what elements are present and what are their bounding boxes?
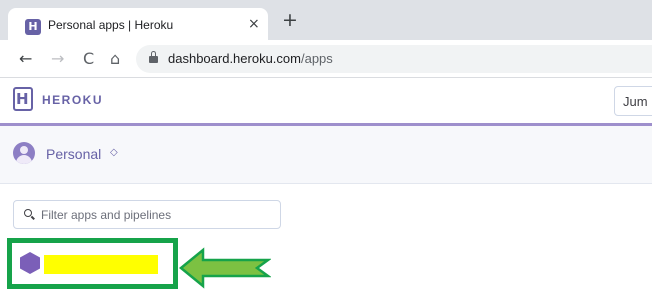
chevron-up-down-icon[interactable]: ◇ — [110, 146, 118, 160]
filter-apps-input[interactable]: Filter apps and pipelines — [13, 200, 281, 229]
heroku-header: H HEROKU Jum — [0, 78, 652, 124]
back-arrow-icon[interactable]: ← — [19, 49, 32, 69]
account-switcher[interactable]: Personal — [46, 146, 101, 162]
address-bar[interactable]: dashboard.heroku.com/apps — [136, 45, 652, 73]
browser-toolbar: ← → C ⌂ dashboard.heroku.com/apps — [0, 40, 652, 78]
tab-title: Personal apps | Heroku — [48, 18, 174, 32]
pointer-arrow-icon — [179, 247, 271, 289]
url-path: /apps — [300, 51, 333, 66]
reload-icon[interactable]: C — [83, 49, 94, 69]
forward-arrow-icon[interactable]: → — [51, 49, 64, 69]
url-text: dashboard.heroku.com/apps — [168, 51, 333, 66]
app-hexagon-icon — [20, 252, 40, 274]
account-bar: Personal ◇ — [0, 126, 652, 184]
heroku-logo-letter: H — [16, 90, 29, 108]
user-avatar-icon[interactable] — [13, 142, 35, 164]
highlighted-app-row[interactable] — [7, 238, 178, 289]
redacted-app-name[interactable] — [44, 255, 158, 274]
home-icon[interactable]: ⌂ — [110, 49, 120, 69]
heroku-logo-icon[interactable]: H — [13, 87, 33, 111]
tab-strip: H Personal apps | Heroku × + — [0, 0, 652, 40]
url-host: dashboard.heroku.com — [168, 51, 301, 66]
heroku-wordmark[interactable]: HEROKU — [42, 93, 103, 107]
lock-icon[interactable] — [149, 51, 158, 64]
jump-to-label: Jum — [623, 94, 648, 109]
close-tab-icon[interactable]: × — [248, 16, 260, 32]
heroku-favicon-icon: H — [25, 19, 41, 35]
search-icon — [24, 209, 35, 220]
filter-placeholder: Filter apps and pipelines — [41, 208, 172, 222]
browser-window: H Personal apps | Heroku × + ← → C ⌂ das… — [0, 0, 652, 289]
browser-tab-heroku[interactable]: H Personal apps | Heroku × — [8, 8, 268, 40]
new-tab-icon[interactable]: + — [282, 10, 298, 30]
jump-to-search[interactable]: Jum — [614, 86, 652, 116]
